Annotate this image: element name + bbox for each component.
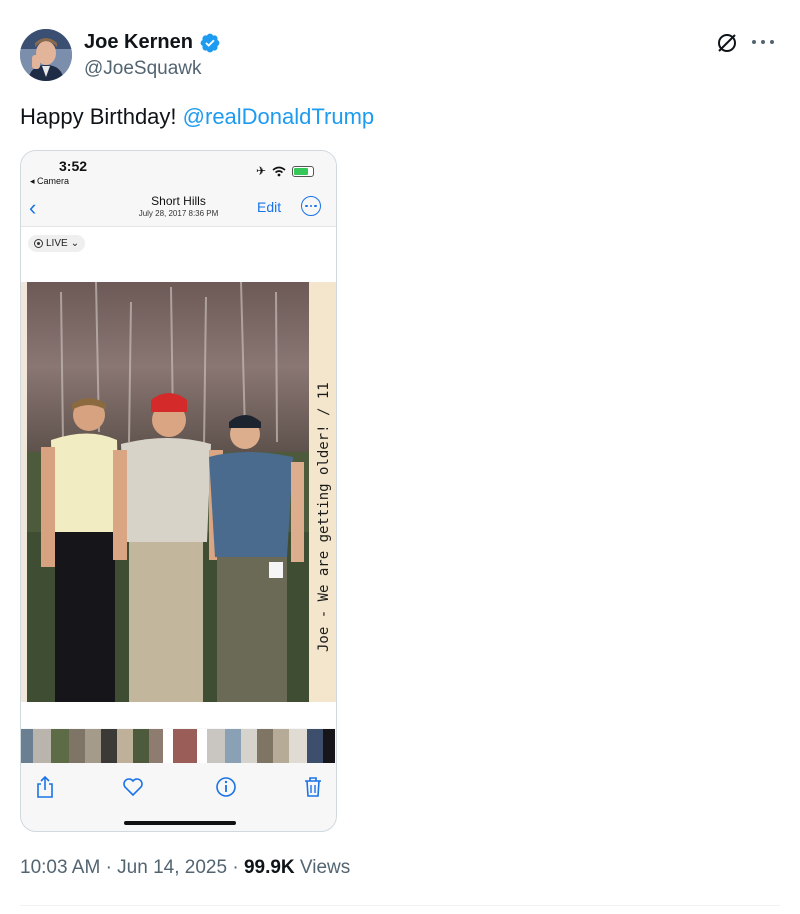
photo-caption-area [21,702,336,728]
wifi-icon [272,166,286,176]
tweet-footer: 10:03 AM · Jun 14, 2025 · 99.9K Views [20,857,350,879]
phone-status-bar: 3:52 ◂ Camera ✈ [21,151,336,191]
mention-link[interactable]: @realDonaldTrump [183,104,374,129]
photos-toolbar [21,763,336,807]
avatar[interactable] [20,29,72,81]
photos-more-icon [301,196,321,216]
separator: · [232,857,244,878]
tweet-text: Happy Birthday! @realDonaldTrump [20,104,374,130]
grok-icon[interactable] [715,31,739,55]
photos-title: Short Hills [151,194,206,208]
home-indicator [124,821,236,825]
share-icon [37,775,53,798]
live-icon [34,239,43,248]
views-count: 99.9K [243,857,295,878]
verified-badge-icon [200,33,220,52]
golf-photo: Joe - We are getting older! / 11 [21,282,336,702]
photos-subtitle: July 28, 2017 8:36 PM [138,209,219,218]
tweet-media[interactable]: 3:52 ◂ Camera ✈ ‹ Short Hills July 28, 2… [20,150,337,832]
tweet-date[interactable]: Jun 14, 2025 [117,857,227,878]
chevron-down-icon: ⌄ [70,238,80,249]
airplane-icon: ✈ [255,164,266,178]
photos-edit: Edit [257,199,282,215]
more-icon[interactable] [752,36,774,48]
phone-time: 3:52 [59,158,88,174]
photos-nav: ‹ Short Hills July 28, 2017 8:36 PM Edit [21,191,336,227]
phone-status-icons: ✈ [256,164,314,178]
views-label: Views [299,857,351,878]
live-badge: LIVE ⌄ [28,235,86,252]
phone-back-app: ◂ Camera [30,176,70,186]
author-handle[interactable]: @JoeSquawk [84,58,202,80]
separator: · [105,857,118,878]
divider [20,905,780,906]
tweet-text-body: Happy Birthday! [20,104,177,129]
trash-icon [305,777,321,797]
live-label: LIVE [46,238,68,249]
live-area: LIVE ⌄ [21,227,336,283]
tweet-time[interactable]: 10:03 AM [20,857,100,878]
battery-icon [292,165,314,177]
thumbnail-strip [21,729,336,763]
info-icon [216,777,236,797]
handwritten-note: Joe - We are getting older! / 11 [316,382,332,652]
heart-icon [123,778,143,797]
author-name[interactable]: Joe Kernen [84,31,193,54]
